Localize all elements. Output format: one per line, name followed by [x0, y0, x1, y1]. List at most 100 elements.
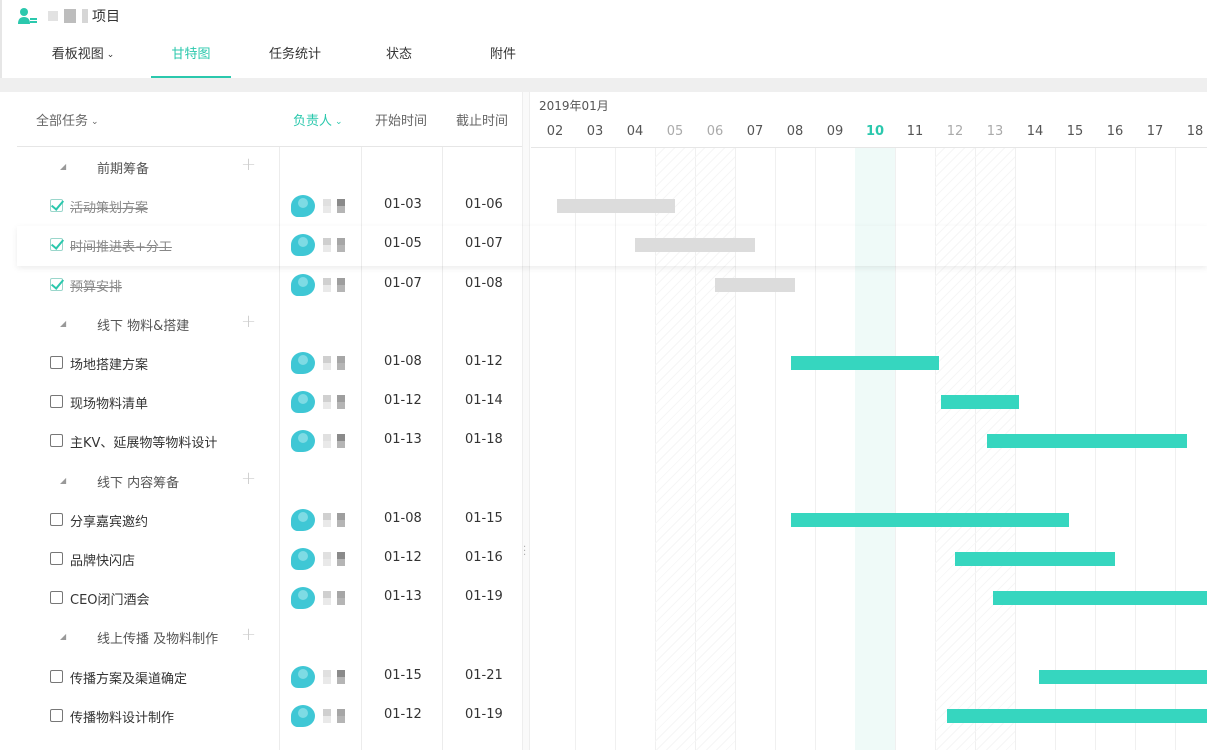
task-row[interactable]: 现场物料清单 01-12 01-14: [17, 383, 522, 422]
gantt-day-label: 03: [586, 124, 604, 139]
task-row[interactable]: 品牌快闪店 01-12 01-16: [17, 540, 522, 579]
task-checkbox[interactable]: [50, 434, 63, 448]
collapse-triangle-icon[interactable]: ◢: [60, 476, 66, 485]
tab-label: 甘特图: [171, 47, 211, 62]
gantt-task-bar[interactable]: [947, 708, 1207, 723]
gantt-task-bar[interactable]: [955, 552, 1115, 566]
gantt-gridline: [1015, 147, 1016, 750]
redacted-assignee-name: [321, 434, 349, 449]
add-task-icon[interactable]: +: [241, 624, 256, 645]
task-name[interactable]: 活动策划方案: [70, 197, 148, 216]
assignee-avatar[interactable]: [291, 704, 315, 727]
gantt-gridline: [1095, 147, 1096, 750]
task-name[interactable]: 主KV、延展物等物料设计: [70, 432, 217, 451]
task-checkbox[interactable]: [50, 356, 63, 369]
task-end-date: 01-21: [465, 667, 503, 683]
task-checkbox[interactable]: [50, 512, 63, 526]
assignee-avatar[interactable]: [291, 195, 315, 218]
task-checkbox[interactable]: [50, 199, 63, 213]
add-task-icon[interactable]: +: [241, 311, 256, 332]
gantt-day-label: 17: [1146, 124, 1164, 139]
gantt-task-bar[interactable]: [941, 395, 1019, 410]
gantt-task-bar[interactable]: [987, 434, 1187, 449]
task-row[interactable]: 活动策划方案 01-03 01-06: [17, 187, 522, 226]
task-name[interactable]: 传播物料设计制作: [70, 707, 174, 726]
assignee-avatar[interactable]: [291, 352, 315, 374]
task-checkbox[interactable]: [50, 552, 63, 565]
tab-label: 看板视图: [51, 47, 104, 62]
redacted-assignee-name: [321, 395, 349, 410]
gantt-task-bar[interactable]: [557, 199, 675, 214]
task-table-header: 全部任务 ⌄ 负责人 ⌄ 开始时间 截止时间: [17, 92, 522, 147]
add-task-icon[interactable]: +: [241, 154, 256, 175]
gantt-task-bar[interactable]: [791, 356, 939, 370]
gantt-task-bar[interactable]: [993, 591, 1207, 606]
collapse-triangle-icon[interactable]: ◢: [60, 632, 66, 641]
assignee-avatar[interactable]: [291, 508, 315, 531]
assignee-column-header[interactable]: 负责人 ⌄: [293, 110, 343, 129]
task-checkbox[interactable]: [50, 277, 63, 291]
task-name[interactable]: 现场物料清单: [70, 393, 148, 412]
task-filter-dropdown[interactable]: 全部任务 ⌄: [36, 110, 99, 129]
gantt-task-bar[interactable]: [635, 238, 755, 253]
task-name[interactable]: 分享嘉宾邀约: [70, 511, 148, 530]
task-row[interactable]: 预算安排 01-07 01-08: [17, 266, 522, 305]
collapse-triangle-icon[interactable]: ◢: [60, 319, 66, 328]
today-column: [855, 147, 895, 750]
assignee-avatar[interactable]: [291, 548, 315, 570]
member-icon[interactable]: [18, 7, 40, 25]
gantt-task-bar[interactable]: [715, 277, 795, 292]
collapse-triangle-icon[interactable]: ◢: [60, 162, 66, 171]
task-row[interactable]: 主KV、延展物等物料设计 01-13 01-18: [17, 422, 522, 461]
task-end-date: 01-12: [465, 354, 503, 369]
gantt-day-label: 14: [1026, 124, 1044, 139]
assignee-label: 负责人: [293, 114, 333, 129]
task-checkbox[interactable]: [50, 669, 63, 683]
task-name[interactable]: 传播方案及渠道确定: [70, 668, 187, 687]
task-name[interactable]: 时间推进表+分工: [70, 236, 172, 255]
assignee-avatar[interactable]: [291, 430, 315, 453]
tab-gantt[interactable]: 甘特图: [151, 42, 231, 78]
task-checkbox[interactable]: [50, 708, 63, 722]
task-row[interactable]: 场地搭建方案 01-08 01-12: [17, 344, 522, 383]
assignee-avatar[interactable]: [291, 273, 315, 296]
assignee-avatar[interactable]: [291, 234, 315, 257]
task-row[interactable]: CEO闭门酒会 01-13 01-19: [17, 579, 522, 618]
pane-splitter[interactable]: [522, 92, 530, 750]
task-start-date: 01-12: [384, 393, 422, 409]
task-checkbox[interactable]: [50, 591, 63, 605]
tab-label: 任务统计: [268, 47, 321, 62]
assignee-avatar[interactable]: [291, 665, 315, 688]
assignee-avatar[interactable]: [291, 587, 315, 610]
task-checkbox[interactable]: [50, 238, 63, 252]
task-end-date: 01-14: [465, 393, 503, 409]
tab-task-stats[interactable]: 任务统计: [254, 42, 336, 76]
drag-handle-icon[interactable]: · · ·: [523, 543, 526, 561]
gantt-day-label: 15: [1066, 124, 1084, 139]
task-row[interactable]: 传播物料设计制作 01-12 01-19: [17, 697, 522, 736]
tab-attachments[interactable]: 附件: [476, 42, 530, 76]
gantt-task-bar[interactable]: [791, 512, 1069, 527]
task-start-date: 01-08: [384, 354, 422, 369]
task-row[interactable]: 传播方案及渠道确定 01-15 01-21: [17, 658, 522, 697]
redacted-assignee-name: [321, 199, 349, 214]
task-name[interactable]: 品牌快闪店: [70, 550, 135, 569]
redacted-assignee-name: [321, 669, 349, 684]
gantt-gridline: [575, 147, 576, 750]
tab-kanban[interactable]: 看板视图 ⌄: [40, 42, 126, 76]
assignee-avatar[interactable]: [291, 391, 315, 414]
task-checkbox[interactable]: [50, 395, 63, 409]
tab-status[interactable]: 状态: [372, 42, 426, 76]
task-row[interactable]: 时间推进表+分工 01-05 01-07: [17, 226, 522, 265]
gantt-task-bar[interactable]: [1039, 669, 1207, 684]
task-row[interactable]: 分享嘉宾邀约 01-08 01-15: [17, 501, 522, 540]
task-name[interactable]: CEO闭门酒会: [70, 589, 150, 608]
add-task-icon[interactable]: +: [241, 468, 256, 489]
weekend-column: [975, 147, 1015, 750]
task-end-date: 01-07: [465, 236, 503, 252]
gantt-day-label: 18: [1186, 124, 1204, 139]
chevron-down-icon: ⌄: [335, 117, 343, 127]
task-name[interactable]: 场地搭建方案: [70, 354, 148, 373]
task-start-date: 01-13: [384, 432, 422, 448]
task-name[interactable]: 预算安排: [70, 276, 122, 295]
